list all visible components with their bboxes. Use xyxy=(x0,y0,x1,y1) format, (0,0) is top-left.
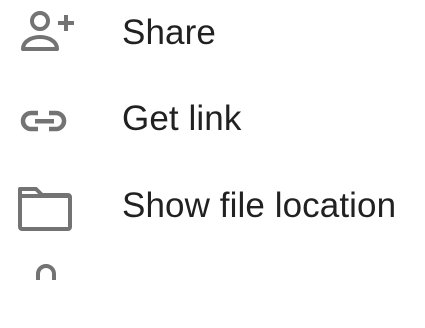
menu-item-get-link[interactable]: Get link xyxy=(0,86,425,156)
person-add-icon xyxy=(21,11,74,51)
menu-item-show-file-location[interactable]: Show file location xyxy=(0,173,425,243)
link-icon xyxy=(20,110,67,132)
menu-item-label: Get link xyxy=(122,99,242,138)
lock-icon xyxy=(36,264,56,280)
menu-item-label: Share xyxy=(122,13,216,52)
menu-item-share[interactable]: Share xyxy=(0,0,425,70)
menu-item-label: Show file location xyxy=(122,186,397,225)
menu-item-partial[interactable] xyxy=(0,258,425,328)
context-menu: Share Get link Show file location xyxy=(0,0,425,280)
folder-icon xyxy=(18,187,72,231)
